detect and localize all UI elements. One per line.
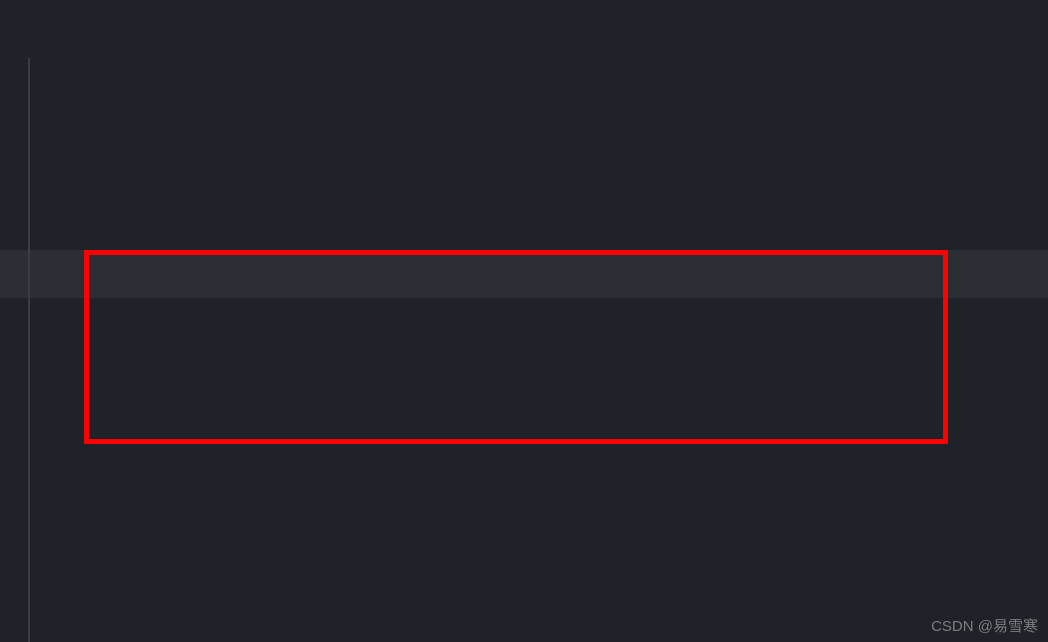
code-editor[interactable]: <dependencies> Edit Starters... <depende… <box>0 0 1048 642</box>
indent-guide <box>28 58 30 642</box>
watermark: CSDN @易雪寒 <box>931 615 1038 636</box>
current-line-highlight <box>0 250 1048 298</box>
